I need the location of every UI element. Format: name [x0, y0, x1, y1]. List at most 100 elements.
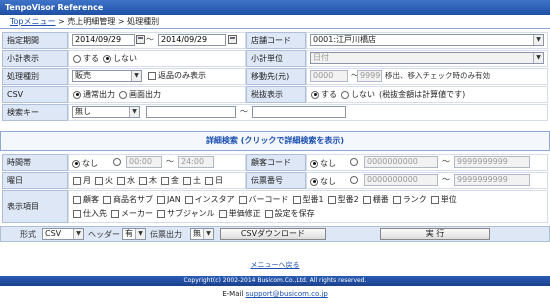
checkbox-icon[interactable] — [392, 195, 401, 204]
execute-button[interactable]: 実 行 — [380, 228, 490, 240]
checkbox-icon[interactable] — [111, 209, 119, 218]
checkbox-icon[interactable] — [73, 176, 81, 185]
radio-selected-icon[interactable] — [310, 159, 318, 168]
format-select[interactable]: CSV ▼ — [42, 228, 84, 240]
customer-code-label: 顧客コード — [246, 154, 306, 171]
subtotal-unit-select[interactable]: 日付 ▼ — [310, 52, 544, 64]
checkbox-icon[interactable] — [430, 195, 439, 204]
time-from-input[interactable]: 00:00 — [126, 156, 162, 168]
tax-on-option[interactable]: する — [311, 89, 337, 100]
period-from-input[interactable]: 2014/09/29 — [72, 34, 135, 46]
radio-selected-icon[interactable] — [72, 159, 80, 168]
customer-none-option[interactable]: なし — [310, 158, 336, 169]
weekday-wed[interactable]: 水 — [117, 175, 135, 186]
checkbox-icon[interactable] — [95, 176, 103, 185]
detail-search-toggle[interactable]: 詳細検索 (クリックで詳細検索を表示) — [0, 131, 550, 151]
radio-icon[interactable] — [113, 158, 121, 166]
checkbox-icon[interactable] — [157, 209, 165, 218]
period-to-input[interactable]: 2014/09/29 — [158, 34, 226, 46]
radio-selected-icon[interactable] — [310, 177, 318, 186]
support-email-link[interactable]: support@busicom.co.jp — [246, 290, 328, 298]
chevron-down-icon: ▼ — [533, 53, 543, 63]
checkbox-icon[interactable] — [218, 209, 227, 218]
checkbox-icon[interactable] — [205, 176, 213, 185]
weekday-thu[interactable]: 木 — [139, 175, 157, 186]
radio-icon[interactable] — [73, 54, 81, 63]
checkbox-icon[interactable] — [117, 176, 125, 185]
format-label: 形式 — [20, 230, 36, 239]
checkbox-icon[interactable] — [157, 195, 165, 204]
tax-label: 税抜表示 — [246, 86, 306, 103]
time-to-input[interactable]: 24:00 — [178, 156, 214, 168]
checkbox-icon[interactable] — [183, 176, 191, 185]
calendar-icon[interactable] — [136, 35, 145, 44]
save-settings-option[interactable]: 設定を保存 — [264, 208, 315, 219]
customer-to-input[interactable]: 9999999999 — [454, 156, 530, 168]
checkbox-icon[interactable] — [73, 209, 81, 218]
checkbox-icon[interactable] — [161, 176, 169, 185]
radio-icon[interactable] — [341, 90, 349, 99]
checkbox-icon[interactable] — [362, 195, 371, 204]
header-select[interactable]: 有 ▼ — [122, 228, 146, 240]
return-only-option[interactable]: 返品のみ表示 — [148, 70, 206, 81]
display-item-jan[interactable]: JAN — [157, 194, 181, 205]
move-to-input[interactable]: 9999 — [357, 70, 382, 82]
radio-selected-icon[interactable] — [311, 90, 319, 99]
checkbox-icon[interactable] — [327, 195, 336, 204]
display-item-subgenre[interactable]: サブジャンル — [157, 208, 215, 219]
csv-screen-option[interactable]: 画面出力 — [119, 89, 161, 100]
weekday-sat[interactable]: 土 — [183, 175, 201, 186]
weekday-fri[interactable]: 金 — [161, 175, 179, 186]
display-item-product-sub[interactable]: 商品名サブ — [103, 194, 153, 205]
checkbox-icon[interactable] — [103, 195, 111, 204]
radio-selected-icon[interactable] — [73, 90, 81, 99]
slip-from-input[interactable]: 0000000000 — [364, 174, 438, 186]
weekday-tue[interactable]: 火 — [95, 175, 113, 186]
slip-to-input[interactable]: 9999999999 — [454, 174, 530, 186]
display-item-unit[interactable]: 単位 — [430, 194, 457, 205]
checkbox-icon[interactable] — [184, 195, 193, 204]
radio-icon[interactable] — [350, 176, 358, 184]
display-item-barcode[interactable]: バーコード — [238, 194, 289, 205]
search-key-to-input[interactable] — [252, 106, 346, 118]
store-code-select[interactable]: 0001:江戸川橋店 ▼ — [310, 34, 544, 46]
checkbox-icon[interactable] — [292, 195, 301, 204]
tax-off-option[interactable]: しない — [341, 89, 375, 100]
display-item-rank[interactable]: ランク — [392, 194, 427, 205]
breadcrumb-top-link[interactable]: Topメニュー — [10, 17, 56, 26]
csv-download-button[interactable]: CSVダウンロード — [220, 228, 326, 240]
customer-from-input[interactable]: 0000000000 — [364, 156, 438, 168]
back-to-menu-link[interactable]: メニューへ戻る — [0, 260, 550, 270]
time-none-option[interactable]: なし — [72, 158, 98, 169]
chevron-down-icon: ▼ — [203, 229, 213, 239]
radio-icon[interactable] — [119, 90, 127, 99]
display-item-shelf[interactable]: 棚番 — [362, 194, 389, 205]
checkbox-icon[interactable] — [264, 209, 273, 218]
calendar-icon[interactable] — [228, 35, 237, 44]
slip-none-option[interactable]: なし — [310, 176, 336, 187]
display-item-customer[interactable]: 顧客 — [73, 194, 99, 205]
checkbox-icon[interactable] — [73, 195, 81, 204]
display-item-instore[interactable]: インスタア — [184, 194, 235, 205]
display-item-model1[interactable]: 型番1 — [292, 194, 324, 205]
display-item-price-fix[interactable]: 単価修正 — [218, 208, 261, 219]
weekday-mon[interactable]: 月 — [73, 175, 91, 186]
radio-icon[interactable] — [350, 158, 358, 166]
subtotal-on-option[interactable]: する — [73, 53, 99, 64]
display-item-maker[interactable]: メーカー — [111, 208, 153, 219]
display-item-supplier[interactable]: 仕入先 — [73, 208, 107, 219]
radio-selected-icon[interactable] — [103, 54, 111, 63]
proc-type-select[interactable]: 販売 ▼ — [72, 70, 142, 82]
checkbox-icon[interactable] — [139, 176, 147, 185]
checkbox-icon[interactable] — [148, 71, 156, 80]
search-key-select[interactable]: 無し ▼ — [72, 106, 140, 118]
subtotal-off-option[interactable]: しない — [103, 53, 137, 64]
csv-normal-option[interactable]: 通常出力 — [73, 89, 115, 100]
checkbox-icon[interactable] — [238, 195, 247, 204]
chevron-down-icon: ▼ — [73, 229, 83, 239]
weekday-sun[interactable]: 日 — [205, 175, 223, 186]
display-item-model2[interactable]: 型番2 — [327, 194, 359, 205]
search-key-from-input[interactable] — [146, 106, 236, 118]
move-from-input[interactable]: 0000 — [310, 70, 348, 82]
slip-output-select[interactable]: 無 ▼ — [190, 228, 214, 240]
